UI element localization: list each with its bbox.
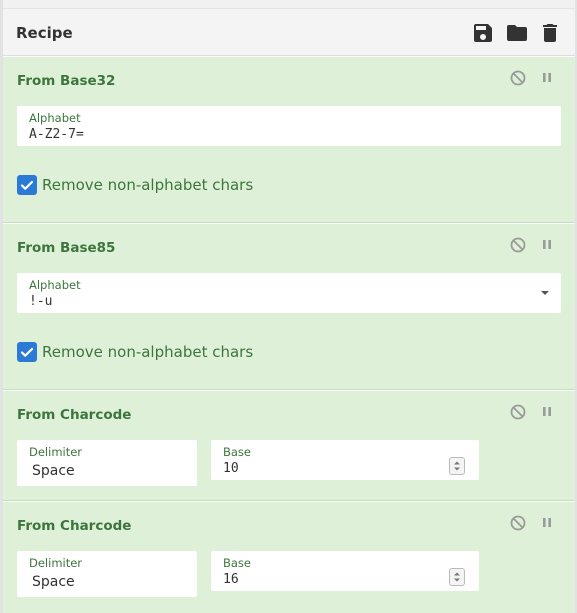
alphabet-label: Alphabet: [29, 278, 81, 292]
recipe-panel: Recipe From Base32 Alphabet A-Z2-7= Remo…: [0, 0, 577, 613]
disable-icon[interactable]: [509, 403, 527, 421]
pause-icon[interactable]: [538, 514, 556, 532]
recipe-header: Recipe: [3, 9, 575, 56]
base-input[interactable]: Base 16: [211, 551, 479, 591]
operation-from-base85: From Base85 Alphabet !-u Remove non-alph…: [3, 224, 575, 390]
alphabet-input[interactable]: Alphabet A-Z2-7=: [17, 106, 561, 146]
checkbox-label: Remove non-alphabet chars: [42, 343, 254, 361]
save-icon[interactable]: [471, 21, 495, 45]
folder-icon[interactable]: [505, 21, 529, 45]
base-input[interactable]: Base 10: [211, 440, 479, 480]
operation-title: From Base32: [17, 73, 116, 89]
operation-from-charcode: From Charcode Delimiter Space Base 10: [3, 391, 575, 501]
base-value: 16: [223, 572, 239, 587]
alphabet-value: A-Z2-7=: [29, 127, 84, 142]
delimiter-label: Delimiter: [29, 556, 83, 570]
operation-from-charcode: From Charcode Delimiter Space Base 16: [3, 502, 575, 613]
base-label: Base: [223, 556, 252, 570]
checkbox-checked[interactable]: [17, 342, 37, 362]
delimiter-value: Space: [32, 574, 75, 590]
alphabet-value: !-u: [29, 294, 53, 309]
delimiter-select[interactable]: Delimiter Space: [17, 551, 197, 597]
number-stepper[interactable]: [449, 457, 465, 475]
operation-title: From Charcode: [17, 518, 132, 534]
checkbox-checked[interactable]: [17, 175, 37, 195]
recipe-title: Recipe: [16, 24, 73, 42]
pause-icon[interactable]: [538, 236, 556, 254]
operation-from-base32: From Base32 Alphabet A-Z2-7= Remove non-…: [3, 57, 575, 223]
pause-icon[interactable]: [538, 69, 556, 87]
alphabet-label: Alphabet: [29, 111, 81, 125]
operation-title: From Charcode: [17, 407, 132, 423]
checkbox-label: Remove non-alphabet chars: [42, 176, 254, 194]
panel-top-strip: [0, 0, 577, 9]
disable-icon[interactable]: [509, 514, 527, 532]
operation-title: From Base85: [17, 240, 116, 256]
delimiter-value: Space: [32, 463, 75, 479]
chevron-down-icon[interactable]: [540, 290, 550, 296]
disable-icon[interactable]: [509, 69, 527, 87]
trash-icon[interactable]: [538, 21, 562, 45]
number-stepper[interactable]: [449, 568, 465, 586]
disable-icon[interactable]: [509, 236, 527, 254]
base-value: 10: [223, 461, 239, 476]
pause-icon[interactable]: [538, 403, 556, 421]
base-label: Base: [223, 445, 252, 459]
alphabet-select[interactable]: Alphabet !-u: [17, 273, 561, 313]
delimiter-label: Delimiter: [29, 445, 83, 459]
delimiter-select[interactable]: Delimiter Space: [17, 440, 197, 486]
